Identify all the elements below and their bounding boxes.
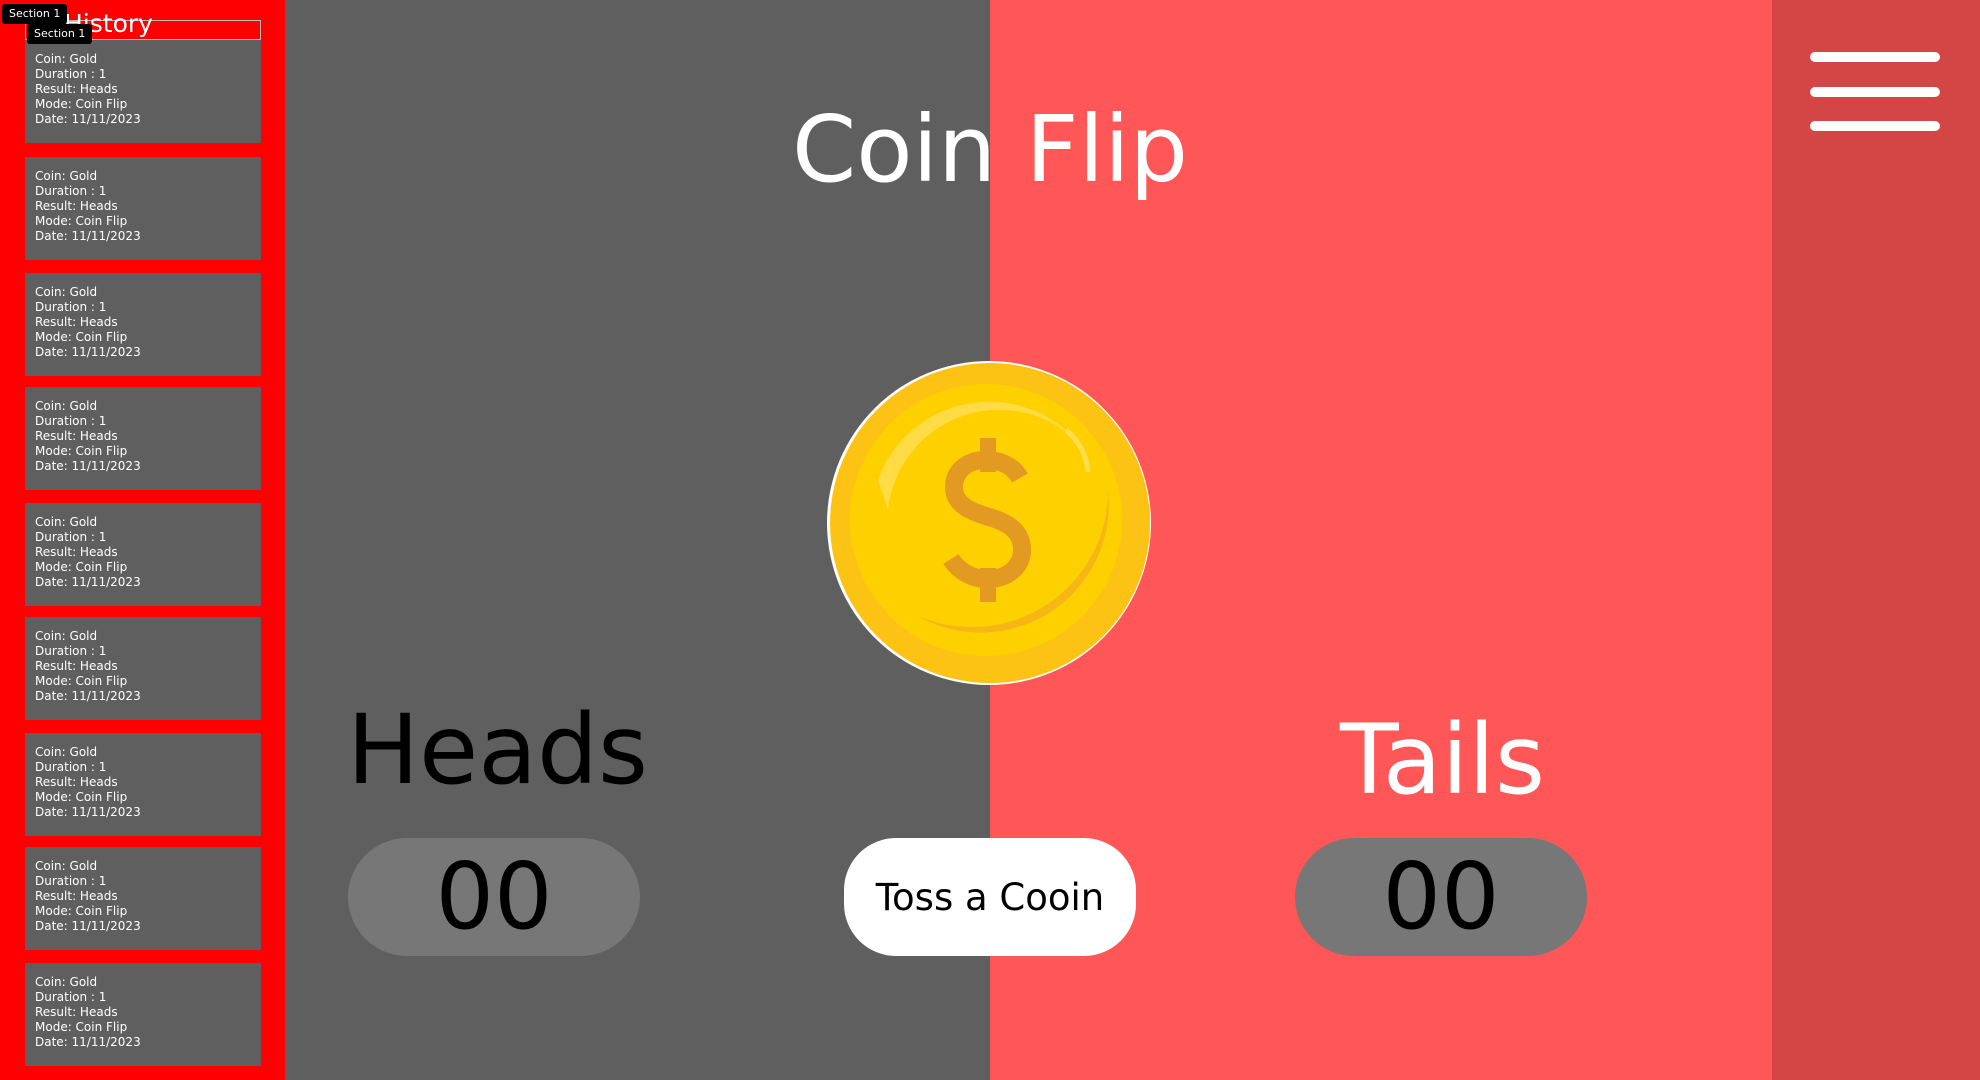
history-result: Result: Heads bbox=[35, 659, 118, 673]
history-duration: Duration : 1 bbox=[35, 300, 107, 314]
history-sidebar: History Coin: Gold Duration : 1 Result: … bbox=[0, 0, 285, 1080]
history-card[interactable]: Coin: Gold Duration : 1 Result: Heads Mo… bbox=[25, 40, 261, 143]
heads-label: Heads bbox=[346, 694, 649, 806]
toss-coin-button[interactable]: Toss a Cooin bbox=[844, 838, 1136, 956]
history-card[interactable]: Coin: Gold Duration : 1 Result: Heads Mo… bbox=[25, 273, 261, 376]
history-duration: Duration : 1 bbox=[35, 760, 107, 774]
history-mode: Mode: Coin Flip bbox=[35, 444, 128, 458]
history-duration: Duration : 1 bbox=[35, 414, 107, 428]
history-card[interactable]: Coin: Gold Duration : 1 Result: Heads Mo… bbox=[25, 733, 261, 836]
history-date: Date: 11/11/2023 bbox=[35, 459, 141, 473]
history-date: Date: 11/11/2023 bbox=[35, 805, 141, 819]
history-card[interactable]: Coin: Gold Duration : 1 Result: Heads Mo… bbox=[25, 503, 261, 606]
page-title: Coin Flip bbox=[791, 96, 1189, 203]
history-coin: Coin: Gold bbox=[35, 285, 98, 299]
tails-score: 00 bbox=[1295, 838, 1587, 956]
menu-bar bbox=[1810, 87, 1940, 97]
section-tag: Section 1 bbox=[2, 4, 68, 24]
history-date: Date: 11/11/2023 bbox=[35, 345, 141, 359]
history-mode: Mode: Coin Flip bbox=[35, 674, 128, 688]
menu-bar bbox=[1810, 52, 1940, 62]
menu-bar bbox=[1810, 121, 1940, 131]
history-duration: Duration : 1 bbox=[35, 184, 107, 198]
history-card[interactable]: Coin: Gold Duration : 1 Result: Heads Mo… bbox=[25, 847, 261, 950]
history-coin: Coin: Gold bbox=[35, 859, 98, 873]
history-date: Date: 11/11/2023 bbox=[35, 575, 141, 589]
history-date: Date: 11/11/2023 bbox=[35, 689, 141, 703]
history-date: Date: 11/11/2023 bbox=[35, 919, 141, 933]
history-mode: Mode: Coin Flip bbox=[35, 904, 128, 918]
heads-score: 00 bbox=[348, 838, 640, 956]
section-tag: Section 1 bbox=[27, 24, 93, 44]
history-result: Result: Heads bbox=[35, 199, 118, 213]
history-date: Date: 11/11/2023 bbox=[35, 1035, 141, 1049]
history-mode: Mode: Coin Flip bbox=[35, 1020, 128, 1034]
history-card[interactable]: Coin: Gold Duration : 1 Result: Heads Mo… bbox=[25, 387, 261, 490]
history-result: Result: Heads bbox=[35, 545, 118, 559]
history-coin: Coin: Gold bbox=[35, 629, 98, 643]
history-card[interactable]: Coin: Gold Duration : 1 Result: Heads Mo… bbox=[25, 157, 261, 260]
history-result: Result: Heads bbox=[35, 1005, 118, 1019]
history-mode: Mode: Coin Flip bbox=[35, 790, 128, 804]
history-mode: Mode: Coin Flip bbox=[35, 214, 128, 228]
hamburger-menu-icon[interactable] bbox=[1810, 52, 1940, 134]
menu-panel bbox=[1772, 0, 1980, 1080]
history-duration: Duration : 1 bbox=[35, 530, 107, 544]
tails-label: Tails bbox=[1340, 704, 1545, 816]
history-result: Result: Heads bbox=[35, 315, 118, 329]
history-result: Result: Heads bbox=[35, 429, 118, 443]
history-result: Result: Heads bbox=[35, 82, 118, 96]
history-result: Result: Heads bbox=[35, 775, 118, 789]
history-coin: Coin: Gold bbox=[35, 975, 98, 989]
history-coin: Coin: Gold bbox=[35, 515, 98, 529]
history-mode: Mode: Coin Flip bbox=[35, 560, 128, 574]
history-duration: Duration : 1 bbox=[35, 874, 107, 888]
history-coin: Coin: Gold bbox=[35, 169, 98, 183]
history-date: Date: 11/11/2023 bbox=[35, 112, 141, 126]
history-duration: Duration : 1 bbox=[35, 990, 107, 1004]
history-coin: Coin: Gold bbox=[35, 399, 98, 413]
history-coin: Coin: Gold bbox=[35, 745, 98, 759]
history-duration: Duration : 1 bbox=[35, 67, 107, 81]
history-coin: Coin: Gold bbox=[35, 52, 98, 66]
history-date: Date: 11/11/2023 bbox=[35, 229, 141, 243]
history-card[interactable]: Coin: Gold Duration : 1 Result: Heads Mo… bbox=[25, 617, 261, 720]
gold-dollar-coin-icon bbox=[827, 361, 1151, 685]
history-mode: Mode: Coin Flip bbox=[35, 97, 128, 111]
history-result: Result: Heads bbox=[35, 889, 118, 903]
history-mode: Mode: Coin Flip bbox=[35, 330, 128, 344]
history-card[interactable]: Coin: Gold Duration : 1 Result: Heads Mo… bbox=[25, 963, 261, 1066]
history-duration: Duration : 1 bbox=[35, 644, 107, 658]
